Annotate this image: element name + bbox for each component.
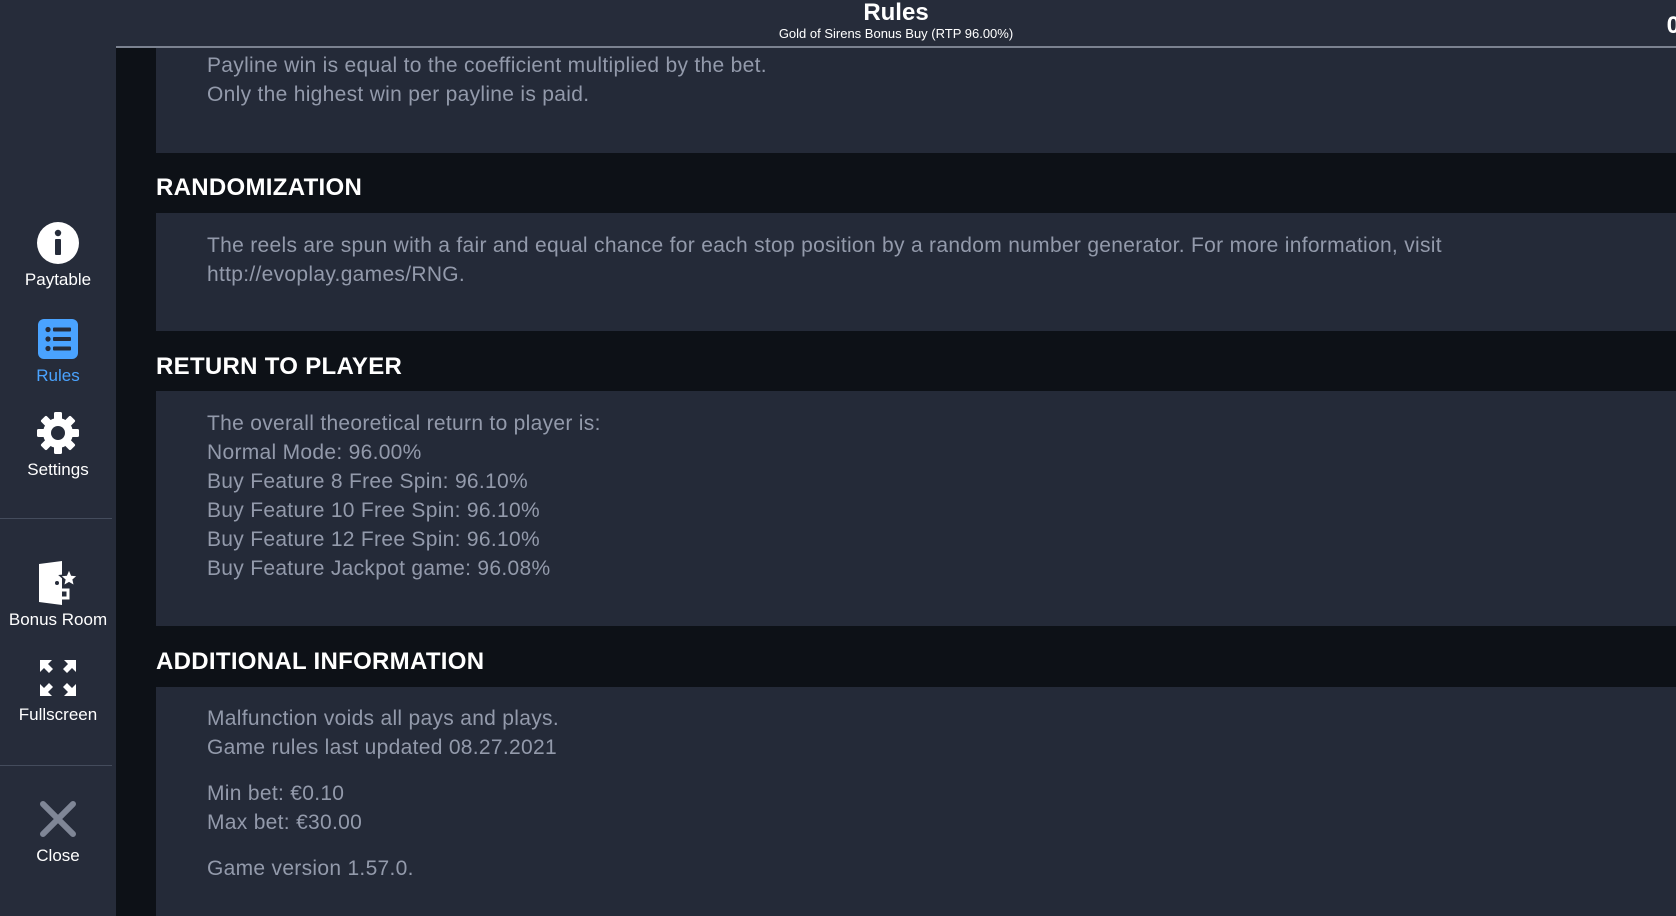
sidebar-item-fullscreen[interactable]: Fullscreen bbox=[0, 655, 116, 725]
rules-screen: Paytable Rules Settings Bonus Room Fulls… bbox=[0, 0, 1676, 916]
randomization-text-line: The reels are spun with a fair and equal… bbox=[207, 234, 1442, 257]
sidebar-item-label: Fullscreen bbox=[18, 705, 98, 724]
rtp-text-line: Normal Mode: 96.00% bbox=[207, 441, 422, 464]
rng-link[interactable]: http://evoplay.games/RNG. bbox=[207, 263, 465, 287]
additional-info-heading: ADDITIONAL INFORMATION bbox=[156, 648, 485, 675]
additional-text-line: Malfunction voids all pays and plays. bbox=[207, 707, 559, 730]
sidebar-item-label: Bonus Room bbox=[8, 610, 108, 629]
sidebar-item-label: Rules bbox=[36, 366, 80, 385]
sidebar-item-paytable[interactable]: Paytable bbox=[0, 220, 116, 290]
sidebar-item-label: Settings bbox=[27, 460, 89, 479]
sidebar-item-label: Paytable bbox=[24, 270, 92, 289]
additional-text-line: Game rules last updated 08.27.2021 bbox=[207, 736, 557, 759]
paylines-panel: Payline win is equal to the coefficient … bbox=[156, 48, 1676, 153]
sidebar-item-rules[interactable]: Rules bbox=[0, 316, 116, 386]
paylines-text-line: Payline win is equal to the coefficient … bbox=[207, 54, 767, 77]
rtp-text-line: Buy Feature Jackpot game: 96.08% bbox=[207, 557, 551, 580]
randomization-heading: RANDOMIZATION bbox=[156, 174, 363, 201]
rules-content[interactable]: Payline win is equal to the coefficient … bbox=[116, 48, 1676, 916]
page-title: Rules bbox=[863, 0, 929, 26]
info-icon bbox=[35, 220, 81, 266]
rtp-panel: The overall theoretical return to player… bbox=[156, 391, 1676, 626]
sidebar-item-settings[interactable]: Settings bbox=[0, 410, 116, 480]
min-bet-text: Min bet: €0.10 bbox=[207, 782, 345, 805]
rtp-text-line: The overall theoretical return to player… bbox=[207, 412, 601, 435]
game-subtitle: Gold of Sirens Bonus Buy (RTP 96.00%) bbox=[778, 26, 1014, 41]
max-bet-text: Max bet: €30.00 bbox=[207, 811, 363, 834]
sidebar: Paytable Rules Settings Bonus Room Fulls… bbox=[0, 0, 116, 916]
header: Rules Gold of Sirens Bonus Buy (RTP 96.0… bbox=[116, 0, 1676, 48]
fullscreen-icon bbox=[35, 655, 81, 701]
paylines-text-line: Only the highest win per payline is paid… bbox=[207, 83, 590, 106]
list-icon bbox=[35, 316, 81, 362]
rtp-text-line: Buy Feature 12 Free Spin: 96.10% bbox=[207, 528, 540, 551]
sidebar-item-bonus-room[interactable]: Bonus Room bbox=[0, 560, 116, 630]
rtp-heading: RETURN TO PLAYER bbox=[156, 353, 403, 380]
additional-info-panel: Malfunction voids all pays and plays. Ga… bbox=[156, 687, 1676, 916]
balance-fragment: 0 bbox=[1666, 12, 1676, 39]
rtp-text-line: Buy Feature 10 Free Spin: 96.10% bbox=[207, 499, 540, 522]
sidebar-item-close[interactable]: Close bbox=[0, 796, 116, 866]
randomization-panel: The reels are spun with a fair and equal… bbox=[156, 213, 1676, 331]
close-icon bbox=[35, 796, 81, 842]
sidebar-divider bbox=[0, 518, 112, 519]
gear-icon bbox=[35, 410, 81, 456]
sidebar-item-label: Close bbox=[36, 846, 80, 865]
bonus-room-icon bbox=[35, 560, 81, 606]
rtp-text-line: Buy Feature 8 Free Spin: 96.10% bbox=[207, 470, 528, 493]
sidebar-divider bbox=[0, 765, 112, 766]
game-version-text: Game version 1.57.0. bbox=[207, 857, 414, 880]
